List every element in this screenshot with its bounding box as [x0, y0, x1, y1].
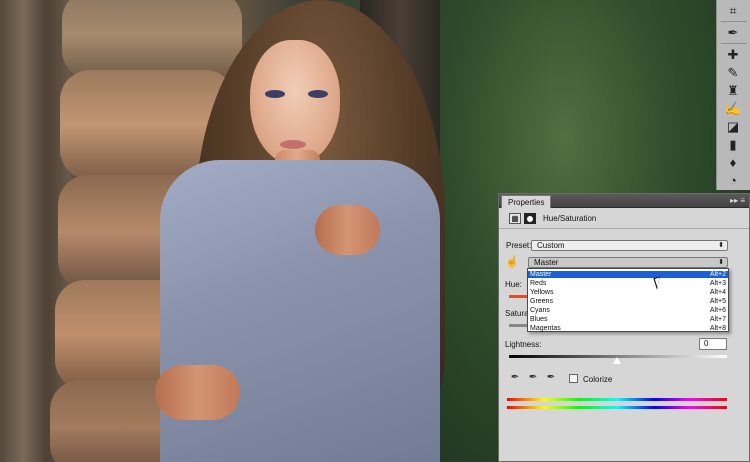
- panel-header: Properties ▸▸ ≡: [499, 194, 749, 208]
- channel-value: Master: [534, 258, 559, 267]
- saturation-slider-track[interactable]: [509, 324, 529, 327]
- input-color-bar: [507, 398, 727, 401]
- dropdown-item-blues[interactable]: Blues Alt+7: [528, 316, 728, 323]
- brush-icon[interactable]: ✎: [724, 64, 742, 82]
- divider: [721, 21, 747, 22]
- clone-stamp-icon[interactable]: ♜: [724, 82, 742, 100]
- lightness-slider-thumb[interactable]: [613, 357, 621, 364]
- lightness-input[interactable]: 0: [699, 338, 727, 350]
- dropdown-item-magentas[interactable]: Magentas Alt+8: [528, 325, 728, 332]
- lips: [280, 140, 306, 149]
- chevron-down-icon: ⬍: [718, 259, 724, 266]
- adjustment-header: ▦ Hue/Saturation: [499, 209, 749, 229]
- divider: [721, 43, 747, 44]
- dropdown-item-yellows[interactable]: Yellows Alt+4: [528, 289, 728, 296]
- eyedropper-icon[interactable]: ✒: [509, 372, 521, 384]
- eraser-icon[interactable]: ◪: [724, 118, 742, 136]
- dropdown-item-reds[interactable]: Reds Alt+3: [528, 280, 728, 287]
- tools-panel: ⌗ ✒ ✚ ✎ ♜ ✍ ◪ ▮ ♦ ◔: [716, 0, 750, 190]
- tab-properties[interactable]: Properties: [501, 195, 552, 208]
- dodge-icon[interactable]: ◔: [724, 172, 742, 190]
- right-hand: [315, 205, 380, 255]
- lightness-label: Lightness:: [505, 340, 542, 349]
- channel-dropdown-list: Master Alt+2 Reds Alt+3 Yellows Alt+4 Gr…: [527, 268, 729, 332]
- preset-label: Preset:: [506, 241, 532, 250]
- chevron-down-icon: ⬍: [718, 242, 724, 249]
- eyedropper-icon[interactable]: ✒: [724, 24, 742, 42]
- colorize-checkbox[interactable]: [569, 374, 578, 383]
- history-brush-icon[interactable]: ✍: [724, 100, 742, 118]
- channel-select[interactable]: Master ⬍: [528, 257, 728, 268]
- left-eye: [265, 90, 285, 98]
- gradient-icon[interactable]: ▮: [724, 136, 742, 154]
- eyedropper-add-icon[interactable]: ✒: [527, 372, 539, 384]
- hue-label: Hue:: [505, 280, 522, 289]
- dropdown-item-greens[interactable]: Greens Alt+5: [528, 298, 728, 305]
- colorize-label: Colorize: [583, 375, 613, 384]
- hue-slider-track[interactable]: [509, 295, 529, 298]
- panel-menu-icon[interactable]: ▸▸ ≡: [730, 195, 745, 207]
- hue-saturation-adjustment-icon[interactable]: ▦: [509, 213, 521, 224]
- dropdown-item-master[interactable]: Master Alt+2: [528, 271, 728, 278]
- adjustment-title: Hue/Saturation: [543, 214, 597, 223]
- mask-icon[interactable]: [524, 213, 536, 224]
- healing-icon[interactable]: ✚: [724, 46, 742, 64]
- preset-select[interactable]: Custom ⬍: [531, 240, 728, 251]
- output-color-bar: [507, 406, 727, 409]
- right-eye: [308, 90, 328, 98]
- preset-value: Custom: [537, 241, 565, 250]
- eyedropper-subtract-icon[interactable]: ✒: [545, 372, 557, 384]
- blur-icon[interactable]: ♦: [724, 154, 742, 172]
- dropdown-item-cyans[interactable]: Cyans Alt+6: [528, 307, 728, 314]
- log-1: [62, 0, 242, 80]
- crop-icon[interactable]: ⌗: [724, 2, 742, 20]
- left-hand: [155, 365, 240, 420]
- targeted-adjustment-hand-icon[interactable]: ☝: [505, 255, 519, 268]
